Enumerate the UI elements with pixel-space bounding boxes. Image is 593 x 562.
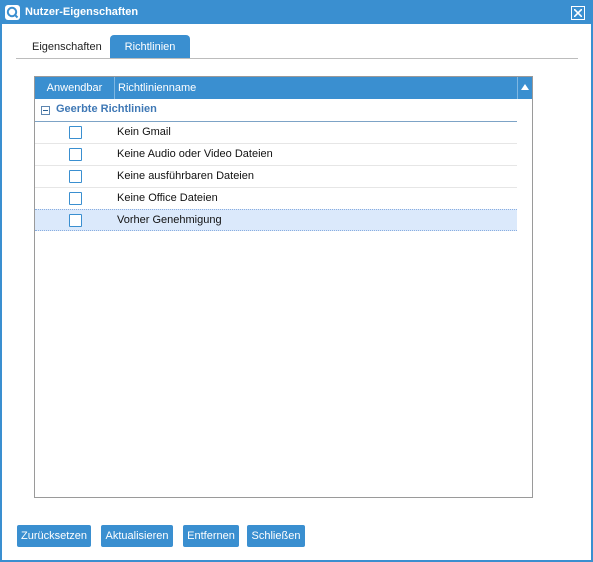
column-header-policy-name[interactable]: Richtlinienname: [116, 77, 516, 99]
sort-up-icon[interactable]: [517, 77, 532, 99]
reset-button[interactable]: Zurücksetzen: [17, 525, 91, 547]
applicable-checkbox[interactable]: [69, 148, 82, 161]
title-bar[interactable]: Nutzer-Eigenschaften: [2, 2, 591, 24]
policy-name: Vorher Genehmigung: [117, 214, 222, 226]
policy-name: Keine Office Dateien: [117, 192, 218, 204]
policy-row[interactable]: Keine Audio oder Video Dateien: [35, 144, 517, 166]
applicable-checkbox[interactable]: [69, 170, 82, 183]
policy-name: Keine ausführbaren Dateien: [117, 170, 254, 182]
applicable-checkbox[interactable]: [69, 126, 82, 139]
user-properties-dialog: Nutzer-Eigenschaften Eigenschaften Richt…: [0, 0, 593, 562]
close-button[interactable]: Schließen: [247, 525, 305, 547]
policy-row[interactable]: Keine Office Dateien: [35, 188, 517, 210]
policy-row[interactable]: Kein Gmail: [35, 122, 517, 144]
column-header-applicable[interactable]: Anwendbar: [35, 77, 115, 99]
close-icon[interactable]: [571, 6, 585, 20]
tab-eigenschaften[interactable]: Eigenschaften: [22, 35, 110, 59]
policy-row[interactable]: Keine ausführbaren Dateien: [35, 166, 517, 188]
policy-grid: Anwendbar Richtlinienname Geerbte Richtl…: [34, 76, 533, 498]
collapse-toggle-icon[interactable]: [41, 106, 50, 115]
tab-divider: [16, 58, 578, 59]
applicable-checkbox[interactable]: [69, 192, 82, 205]
group-label: Geerbte Richtlinien: [56, 103, 157, 115]
tab-richtlinien[interactable]: Richtlinien: [110, 35, 190, 59]
group-row-inherited: Geerbte Richtlinien: [35, 99, 517, 122]
update-button[interactable]: Aktualisieren: [101, 525, 173, 547]
policy-name: Kein Gmail: [117, 126, 171, 138]
policy-name: Keine Audio oder Video Dateien: [117, 148, 273, 160]
applicable-checkbox[interactable]: [69, 214, 82, 227]
policy-row-selected[interactable]: Vorher Genehmigung: [35, 209, 517, 231]
grid-header: Anwendbar Richtlinienname: [35, 77, 532, 99]
app-logo-icon: [5, 5, 20, 20]
dialog-title: Nutzer-Eigenschaften: [25, 6, 139, 18]
remove-button[interactable]: Entfernen: [183, 525, 239, 547]
